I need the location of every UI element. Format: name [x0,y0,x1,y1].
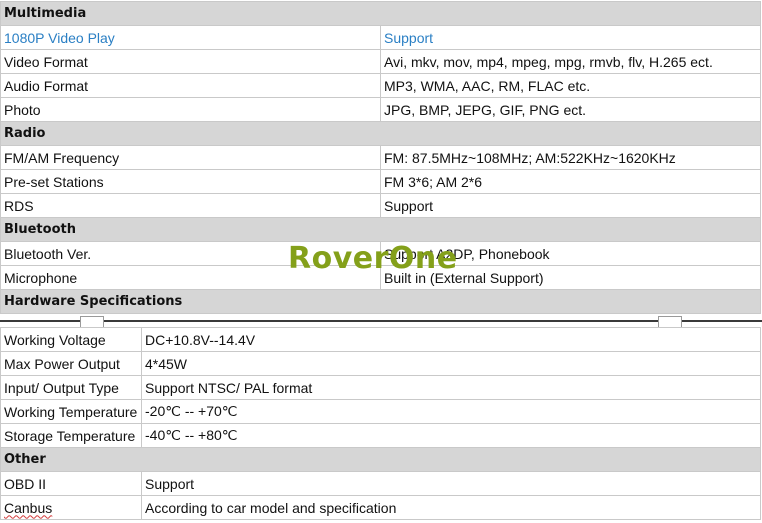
table-row: FM/AM Frequency FM: 87.5MHz~108MHz; AM:5… [0,145,761,170]
section-title: Radio [0,121,761,146]
section-title: Other [0,447,761,472]
row-value: MP3, WMA, AAC, RM, FLAC etc. [380,73,761,98]
table-row: Working Voltage DC+10.8V--14.4V [0,327,761,352]
row-value: Support [380,193,761,218]
section-title: Bluetooth [0,217,761,242]
row-label: Photo [0,97,381,122]
section-header-other: Other [0,447,761,472]
row-value: According to car model and specification [141,495,761,520]
row-value: -40℃ -- +80℃ [141,423,761,448]
row-value: 4*45W [141,351,761,376]
row-label: Working Voltage [0,327,142,352]
table-row: Canbus According to car model and specif… [0,495,761,520]
row-value: Support NTSC/ PAL format [141,375,761,400]
row-label: OBD II [0,471,142,496]
section-header-hardware: Hardware Specifications [0,289,761,314]
section-title: Hardware Specifications [0,289,761,314]
table-row: Max Power Output 4*45W [0,351,761,376]
row-value: -20℃ -- +70℃ [141,399,761,424]
row-value: JPG, BMP, JEPG, GIF, PNG ect. [380,97,761,122]
spellcheck-text: Canbus [4,499,53,516]
table-row: Input/ Output Type Support NTSC/ PAL for… [0,375,761,400]
table-row: OBD II Support [0,471,761,496]
section-header-radio: Radio [0,121,761,146]
row-value: DC+10.8V--14.4V [141,327,761,352]
roverone-watermark-logo: RoverOne [288,241,458,276]
table-row: Video Format Avi, mkv, mov, mp4, mpeg, m… [0,49,761,74]
section-header-multimedia: Multimedia [0,1,761,26]
page-break-line [0,320,762,322]
table-row: Pre-set Stations FM 3*6; AM 2*6 [0,169,761,194]
row-label: Canbus [0,495,142,520]
table-row: Photo JPG, BMP, JEPG, GIF, PNG ect. [0,97,761,122]
row-label: Max Power Output [0,351,142,376]
row-value: FM: 87.5MHz~108MHz; AM:522KHz~1620KHz [380,145,761,170]
section-title: Multimedia [0,1,761,26]
row-value: FM 3*6; AM 2*6 [380,169,761,194]
row-value: Support [141,471,761,496]
table-row: RDS Support [0,193,761,218]
row-label: 1080P Video Play [0,25,381,50]
table-row: Working Temperature -20℃ -- +70℃ [0,399,761,424]
section-header-bluetooth: Bluetooth [0,217,761,242]
row-label: Audio Format [0,73,381,98]
row-label: Input/ Output Type [0,375,142,400]
row-label: Video Format [0,49,381,74]
table-row: Storage Temperature -40℃ -- +80℃ [0,423,761,448]
row-value: Support [380,25,761,50]
row-label: RDS [0,193,381,218]
spec-table-bottom: Working Voltage DC+10.8V--14.4V Max Powe… [0,327,761,520]
row-label: Storage Temperature [0,423,142,448]
table-row: Audio Format MP3, WMA, AAC, RM, FLAC etc… [0,73,761,98]
row-label: Working Temperature [0,399,142,424]
row-label: FM/AM Frequency [0,145,381,170]
row-value: Avi, mkv, mov, mp4, mpeg, mpg, rmvb, flv… [380,49,761,74]
row-label: Pre-set Stations [0,169,381,194]
table-row: 1080P Video Play Support [0,25,761,50]
